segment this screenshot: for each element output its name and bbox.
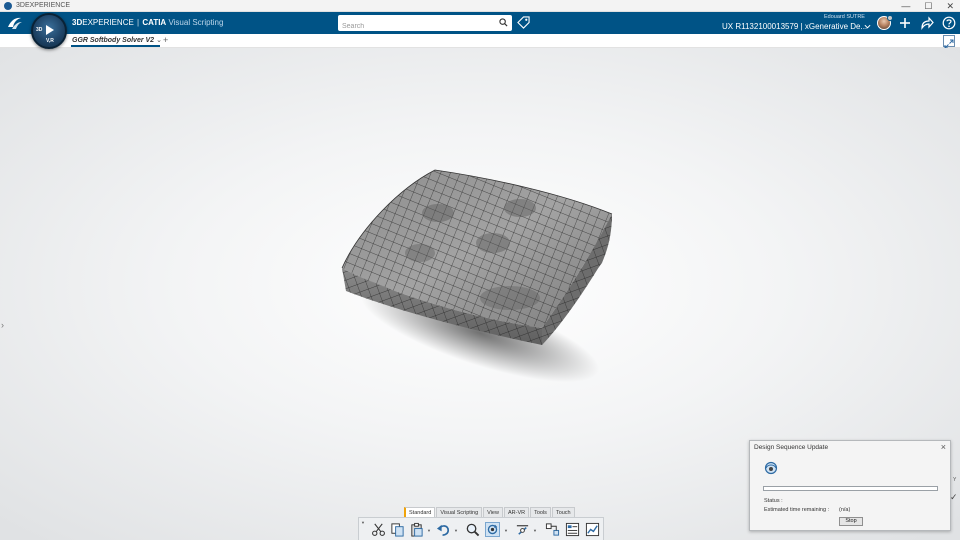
collab-space-context[interactable]: UX R1132100013579 | xGenerative De... bbox=[722, 22, 867, 31]
side-panel-arrow-icon[interactable]: › bbox=[1, 320, 4, 330]
brand-catia: CATIA bbox=[142, 18, 167, 27]
measure-dropdown-icon[interactable]: ▼ bbox=[533, 528, 537, 533]
undo-dropdown-icon[interactable]: ▼ bbox=[454, 528, 458, 533]
help-icon[interactable] bbox=[942, 16, 956, 30]
avatar-badge bbox=[887, 15, 893, 21]
tab-ggr-softbody-solver[interactable]: GGR Softbody Solver V2 ⌄ bbox=[72, 36, 162, 44]
brand-app-name: Visual Scripting bbox=[168, 18, 224, 27]
ds-logo-icon[interactable] bbox=[6, 14, 24, 32]
brand-3d: 3D bbox=[72, 18, 83, 27]
measure-icon[interactable] bbox=[515, 522, 530, 537]
action-bar-tabs: Standard Visual Scripting View AR-VR Too… bbox=[404, 507, 576, 517]
play-icon[interactable] bbox=[46, 25, 54, 35]
update-icon[interactable] bbox=[485, 522, 500, 537]
properties-icon[interactable] bbox=[565, 522, 580, 537]
paste-icon[interactable] bbox=[409, 522, 424, 537]
stop-button[interactable]: Stop bbox=[839, 517, 863, 526]
app-icon bbox=[4, 1, 12, 10]
minimize-button[interactable]: — bbox=[901, 1, 910, 11]
tab-ar-vr[interactable]: AR-VR bbox=[503, 507, 530, 517]
document-tab-bar: GGR Softbody Solver V2 ⌄ + bbox=[0, 34, 960, 48]
axis-y-label: Y bbox=[953, 477, 957, 483]
tab-visual-scripting[interactable]: Visual Scripting bbox=[436, 507, 483, 517]
paste-dropdown-icon[interactable]: ▼ bbox=[427, 528, 431, 533]
zoom-icon[interactable] bbox=[465, 522, 480, 537]
compass-widget[interactable]: 3D V,R bbox=[31, 13, 67, 49]
compass-vr-label: V,R bbox=[46, 38, 54, 44]
chevron-down-icon[interactable] bbox=[864, 23, 871, 30]
user-name: Edouard SUTRE bbox=[824, 14, 865, 20]
update-dropdown-icon[interactable]: ▼ bbox=[504, 528, 508, 533]
top-bar: 3DEXPERIENCE | CATIA Visual Scripting Ed… bbox=[0, 12, 960, 35]
graph-icon[interactable] bbox=[545, 522, 560, 537]
compass-3d-label: 3D bbox=[36, 27, 43, 33]
status-label: Status : bbox=[764, 498, 783, 504]
search-icon[interactable] bbox=[499, 18, 508, 27]
softbody-pillow-model[interactable] bbox=[330, 158, 630, 388]
update-globe-icon bbox=[764, 461, 778, 475]
plus-icon[interactable] bbox=[898, 16, 912, 30]
tab-label: GGR Softbody Solver V2 bbox=[72, 37, 155, 44]
share-icon[interactable] bbox=[920, 16, 934, 30]
add-tab-button[interactable]: + bbox=[163, 35, 168, 45]
progress-bar bbox=[763, 486, 938, 491]
design-sequence-update-dialog: Design Sequence Update × Status : Estima… bbox=[749, 440, 951, 531]
dialog-close-button[interactable]: × bbox=[941, 442, 946, 452]
estimated-time-label: Estimated time remaining : bbox=[764, 507, 830, 513]
search-box[interactable] bbox=[338, 15, 512, 35]
tag-icon[interactable] bbox=[517, 16, 530, 29]
action-bar: ▼ ▼ ▼ ▼ ▼ bbox=[358, 517, 604, 540]
tab-tools[interactable]: Tools bbox=[530, 507, 551, 517]
action-bar-collapse-icon[interactable]: ▼ bbox=[361, 520, 365, 525]
tab-touch[interactable]: Touch bbox=[551, 507, 575, 517]
undo-icon[interactable] bbox=[436, 522, 451, 537]
brand-title: 3DEXPERIENCE | CATIA Visual Scripting bbox=[72, 18, 223, 27]
brand-separator: | bbox=[137, 18, 140, 27]
os-window-title: 3DEXPERIENCE bbox=[16, 2, 71, 9]
cut-icon[interactable] bbox=[371, 522, 386, 537]
tab-view[interactable]: View bbox=[483, 507, 503, 517]
expand-button[interactable] bbox=[943, 35, 955, 49]
os-title-bar: 3DEXPERIENCE — ☐ ✕ bbox=[0, 0, 960, 12]
estimated-time-value: (n/a) bbox=[839, 507, 851, 513]
tab-caret-icon[interactable]: ⌄ bbox=[156, 37, 162, 44]
tab-active-indicator bbox=[71, 45, 160, 47]
copy-icon[interactable] bbox=[390, 522, 405, 537]
tab-standard[interactable]: Standard bbox=[404, 507, 436, 517]
axis-check-icon: ✓ bbox=[950, 492, 958, 502]
brand-experience: EXPERIENCE bbox=[82, 18, 134, 27]
maximize-button[interactable]: ☐ bbox=[924, 1, 932, 12]
search-input[interactable] bbox=[338, 18, 488, 35]
dialog-title: Design Sequence Update bbox=[754, 444, 829, 451]
window-close-button[interactable]: ✕ bbox=[946, 1, 954, 12]
window-controls: — ☐ ✕ bbox=[901, 0, 954, 12]
chart-icon[interactable] bbox=[585, 522, 600, 537]
